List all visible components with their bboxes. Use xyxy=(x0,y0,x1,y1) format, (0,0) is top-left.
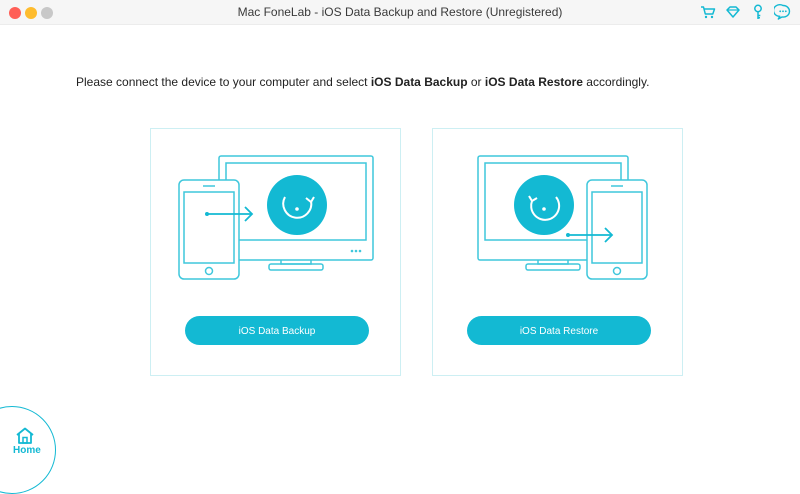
home-label: Home xyxy=(13,445,41,456)
home-button[interactable]: Home xyxy=(0,406,56,494)
backup-card[interactable]: iOS Data Backup xyxy=(150,128,401,376)
backup-illustration xyxy=(178,155,374,280)
toolbar-icons xyxy=(699,3,792,21)
ios-data-backup-button[interactable]: iOS Data Backup xyxy=(185,316,369,345)
home-icon xyxy=(16,427,34,444)
cart-icon[interactable] xyxy=(699,3,717,21)
window-title: Mac FoneLab - iOS Data Backup and Restor… xyxy=(237,5,563,19)
instruction-backup-option: iOS Data Backup xyxy=(370,75,468,89)
restore-card[interactable]: iOS Data Restore xyxy=(432,128,683,376)
restore-sync-circle xyxy=(514,175,574,235)
instruction-suffix: accordingly. xyxy=(582,75,650,89)
chat-icon[interactable] xyxy=(774,3,792,21)
instruction-text: Please connect the device to your comput… xyxy=(76,75,649,89)
sync-circle xyxy=(267,175,327,235)
title-bar: Mac FoneLab - iOS Data Backup and Restor… xyxy=(0,0,800,25)
diamond-icon[interactable] xyxy=(724,3,742,21)
instruction-middle: or xyxy=(467,75,485,89)
instruction-prefix: Please connect the device to your comput… xyxy=(76,75,371,89)
restore-illustration xyxy=(477,155,648,280)
key-icon[interactable] xyxy=(749,3,767,21)
ios-data-restore-button[interactable]: iOS Data Restore xyxy=(467,316,651,345)
instruction-restore-option: iOS Data Restore xyxy=(484,75,583,89)
